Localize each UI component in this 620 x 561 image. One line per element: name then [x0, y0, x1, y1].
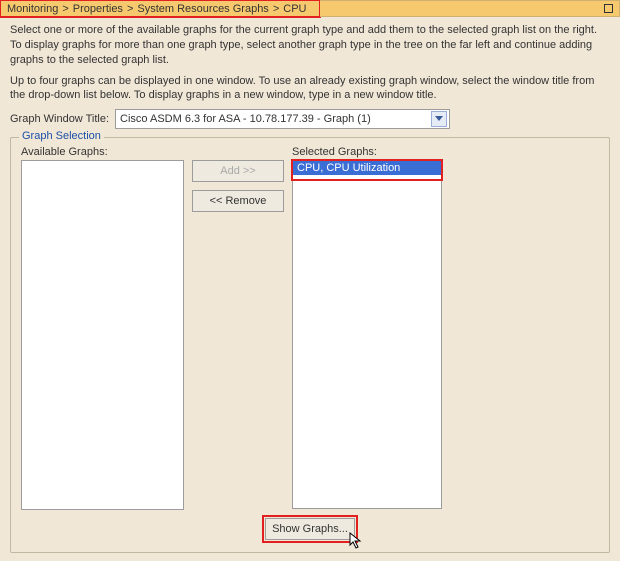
- breadcrumb-bar: Monitoring > Properties > System Resourc…: [0, 0, 320, 17]
- cursor-icon: [349, 532, 363, 550]
- list-item[interactable]: CPU, CPU Utilization: [293, 161, 441, 175]
- crumb-sep: >: [62, 3, 68, 15]
- available-label: Available Graphs:: [21, 146, 184, 158]
- breadcrumb-bar-right: [320, 0, 620, 17]
- remove-button-label: << Remove: [210, 195, 267, 207]
- transfer-buttons: Add >> << Remove: [192, 146, 284, 510]
- instruction-text-1: Select one or more of the available grap…: [10, 23, 610, 68]
- crumb-sep: >: [127, 3, 133, 15]
- graph-window-dropdown[interactable]: Cisco ASDM 6.3 for ASA - 10.78.177.39 - …: [115, 109, 450, 129]
- crumb-sysres[interactable]: System Resources Graphs: [137, 3, 268, 15]
- content-area: Select one or more of the available grap…: [0, 17, 620, 561]
- selected-column: Selected Graphs: CPU, CPU Utilization: [292, 146, 442, 510]
- graph-window-row: Graph Window Title: Cisco ASDM 6.3 for A…: [10, 109, 610, 129]
- crumb-cpu[interactable]: CPU: [283, 3, 306, 15]
- add-button: Add >>: [192, 160, 284, 182]
- breadcrumb: Monitoring > Properties > System Resourc…: [7, 3, 306, 15]
- selected-label: Selected Graphs:: [292, 146, 442, 158]
- crumb-monitoring[interactable]: Monitoring: [7, 3, 58, 15]
- show-graphs-button[interactable]: Show Graphs...: [265, 518, 355, 540]
- maximize-icon[interactable]: [604, 4, 613, 13]
- crumb-properties[interactable]: Properties: [73, 3, 123, 15]
- graph-selection-group: Graph Selection Available Graphs: Add >>…: [10, 137, 610, 553]
- instruction-text-2: Up to four graphs can be displayed in on…: [10, 74, 610, 104]
- graph-window-value: Cisco ASDM 6.3 for ASA - 10.78.177.39 - …: [120, 113, 371, 125]
- footer-row: Show Graphs...: [21, 516, 599, 542]
- selected-listbox[interactable]: CPU, CPU Utilization: [292, 160, 442, 180]
- chevron-down-icon[interactable]: [431, 111, 447, 127]
- available-listbox[interactable]: [21, 160, 184, 510]
- graph-window-label: Graph Window Title:: [10, 113, 109, 125]
- show-graphs-label: Show Graphs...: [272, 523, 348, 535]
- available-column: Available Graphs:: [21, 146, 184, 510]
- graph-selection-legend: Graph Selection: [19, 130, 104, 142]
- selected-listbox-body[interactable]: [292, 180, 442, 509]
- add-button-label: Add >>: [220, 165, 255, 177]
- remove-button[interactable]: << Remove: [192, 190, 284, 212]
- show-graphs-highlight: Show Graphs...: [263, 516, 357, 542]
- crumb-sep: >: [273, 3, 279, 15]
